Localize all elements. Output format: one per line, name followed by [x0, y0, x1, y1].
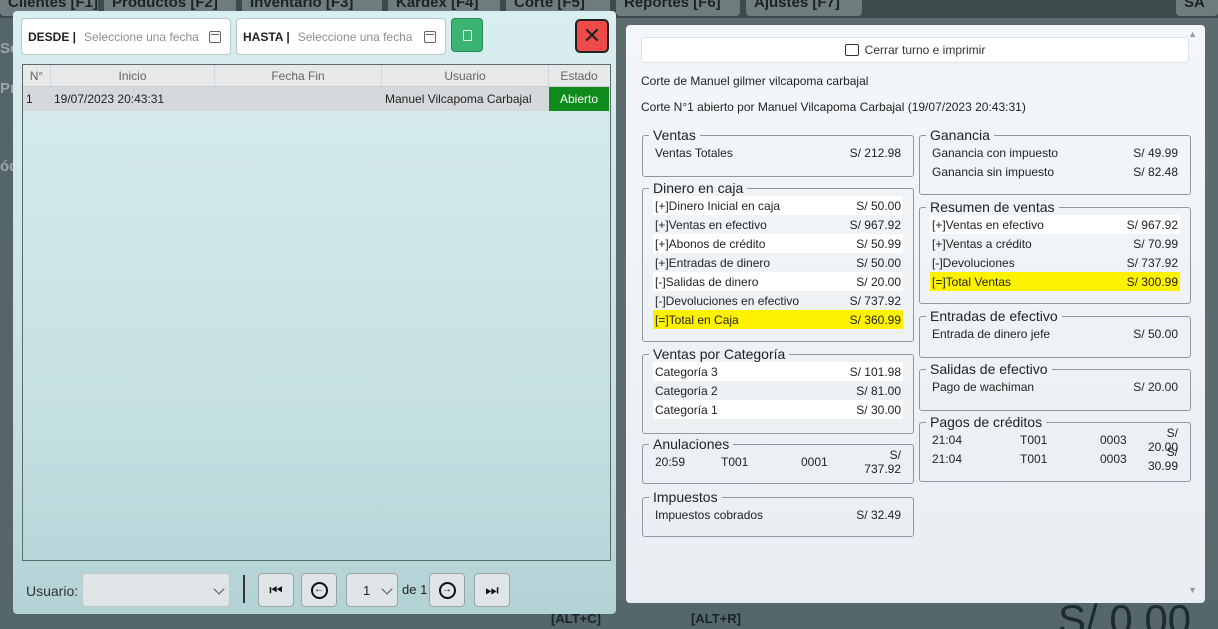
list-item: [+]Ventas a crédito S/ 70.99: [932, 236, 1178, 251]
close-shift-print-button[interactable]: Cerrar turno e imprimir: [641, 37, 1189, 63]
desde-date-field[interactable]: DESDE | Seleccione una fecha: [21, 18, 231, 55]
ventas-group: Ventas Ventas Totales S/ 212.98: [642, 127, 914, 177]
list-item: Entrada de dinero jefe S/ 50.00: [932, 326, 1178, 341]
group-title: Anulaciones: [653, 436, 730, 452]
list-item: 20:59 T001 0001 S/ 737.92: [655, 447, 901, 476]
calendar-icon[interactable]: [424, 30, 436, 43]
list-item: [+]Abonos de crédito S/ 50.99: [653, 234, 903, 253]
dinero-caja-group: Dinero en caja [+]Dinero Inicial en caja…: [642, 180, 914, 342]
column-header[interactable]: Usuario: [382, 65, 549, 86]
corte-title: Corte de Manuel gilmer vilcapoma carbaja…: [641, 74, 869, 88]
column-header[interactable]: N°: [23, 65, 51, 86]
scroll-up-icon[interactable]: ▲: [1188, 29, 1197, 39]
group-title: Pagos de créditos: [930, 414, 1043, 430]
entradas-efectivo-group: Entradas de efectivo Entrada de dinero j…: [919, 308, 1191, 358]
page-current: 1: [363, 583, 371, 598]
list-item: 21:04 T001 0003 S/ 20.00: [932, 425, 1178, 454]
shortcut-alt-r: [ALT+R]: [691, 611, 741, 626]
cell-usuario: Manuel Vilcapoma Carbajal: [385, 92, 532, 106]
group-title: Resumen de ventas: [930, 199, 1055, 215]
table-header: N° Inicio Fecha Fin Usuario Estado: [23, 65, 610, 87]
list-item: Categoría 3 S/ 101.98: [653, 362, 903, 381]
salidas-efectivo-group: Salidas de efectivo Pago de wachiman S/ 2…: [919, 361, 1191, 411]
table-row[interactable]: 1 19/07/2023 20:43:31 Manuel Vilcapoma C…: [23, 87, 610, 111]
list-item: 21:04 T001 0003 S/ 30.99: [932, 444, 1178, 473]
page-select[interactable]: 1: [346, 573, 398, 607]
chevron-down-icon: [381, 583, 393, 595]
group-title: Dinero en caja: [653, 180, 744, 196]
group-title: Impuestos: [653, 489, 718, 505]
impuestos-group: Impuestos Impuestos cobrados S/ 32.49: [642, 489, 914, 537]
anulaciones-group: Anulaciones 20:59 T001 0001 S/ 737.92: [642, 436, 914, 484]
close-icon: ✕: [582, 23, 602, 48]
tab-ajustes[interactable]: Ajustes [F7]: [746, 0, 862, 16]
export-excel-button[interactable]: [451, 18, 483, 52]
chevron-down-icon: [213, 583, 225, 595]
print-button-label: Cerrar turno e imprimir: [864, 43, 986, 57]
hasta-date-field[interactable]: HASTA | Seleccione una fecha: [236, 18, 446, 55]
list-item: Ganancia sin impuesto S/ 82.48: [932, 164, 1178, 179]
list-item: Impuestos cobrados S/ 32.49: [655, 507, 901, 522]
arrow-left-icon: ←: [310, 581, 328, 599]
list-item: [-]Devoluciones en efectivo S/ 737.92: [655, 293, 901, 308]
list-item: Categoría 1 S/ 30.00: [653, 400, 903, 419]
cell-inicio: 19/07/2023 20:43:31: [54, 92, 165, 106]
column-header[interactable]: Estado: [549, 65, 609, 86]
list-item: [+]Ventas en efectivo S/ 967.92: [655, 217, 901, 232]
excel-icon: [462, 29, 472, 41]
first-page-icon: ⏮: [269, 581, 283, 599]
scroll-down-icon[interactable]: ▼: [1188, 585, 1197, 595]
hasta-label: HASTA |: [243, 29, 290, 44]
pagos-creditos-group: Pagos de créditos 21:04 T001 0003 S/ 20.…: [919, 414, 1191, 482]
next-page-button[interactable]: →: [429, 573, 465, 607]
status-badge: Abierto: [549, 87, 609, 111]
printer-icon: [844, 44, 859, 56]
ventas-categoria-group: Ventas por Categoría Categoría 3 S/ 101.9…: [642, 346, 914, 434]
list-item: [+]Ventas en efectivo S/ 967.92: [930, 215, 1180, 234]
group-title: Ventas por Categoría: [653, 346, 786, 362]
last-page-icon: ⏭: [485, 581, 499, 599]
list-item: Ventas Totales S/ 212.98: [655, 145, 901, 160]
total-row: [=]Total en Caja S/ 360.99: [653, 310, 903, 329]
cell-fin: [215, 87, 382, 111]
list-item: Categoría 2 S/ 81.00: [655, 383, 901, 398]
list-item: Ganancia con impuesto S/ 49.99: [932, 145, 1178, 160]
usuario-select[interactable]: [82, 573, 230, 607]
cortes-list-dialog: DESDE | Seleccione una fecha HASTA | Sel…: [13, 11, 616, 614]
column-header[interactable]: Inicio: [51, 65, 215, 86]
group-title: Ventas: [653, 127, 696, 143]
calendar-icon[interactable]: [209, 30, 221, 43]
pagination-bar: Usuario: ⏮ ← 1 de 1 → ⏭: [13, 571, 616, 611]
list-item: Pago de wachiman S/ 20.00: [932, 379, 1178, 394]
ganancia-group: Ganancia Ganancia con impuesto S/ 49.99 G…: [919, 127, 1191, 195]
last-page-button[interactable]: ⏭: [474, 573, 510, 607]
column-header[interactable]: Fecha Fin: [215, 65, 382, 86]
group-title: Entradas de efectivo: [930, 308, 1058, 324]
list-item: [+]Dinero Inicial en caja S/ 50.00: [653, 196, 903, 215]
close-button[interactable]: ✕: [575, 19, 609, 53]
arrow-right-icon: →: [438, 581, 456, 599]
group-title: Salidas de efectivo: [930, 361, 1048, 377]
desde-label: DESDE |: [28, 29, 77, 44]
corte-detail-panel: ▲ ▼ Cerrar turno e imprimir Corte de Man…: [626, 25, 1205, 603]
total-row: [=]Total Ventas S/ 300.99: [930, 272, 1180, 291]
cortes-table: N° Inicio Fecha Fin Usuario Estado 1 19/…: [22, 64, 611, 561]
group-title: Ganancia: [930, 127, 990, 143]
list-item: [-]Salidas de dinero S/ 20.00: [653, 272, 903, 291]
tab-sa[interactable]: SA: [1176, 0, 1218, 16]
usuario-label: Usuario:: [26, 583, 79, 599]
hasta-placeholder: Seleccione una fecha: [297, 29, 413, 44]
first-page-button[interactable]: ⏮: [258, 573, 294, 607]
desde-placeholder: Seleccione una fecha: [84, 29, 199, 44]
tab-reportes[interactable]: Reportes [F6]: [616, 0, 740, 16]
corte-subtitle: Corte N°1 abierto por Manuel Vilcapoma C…: [641, 100, 1026, 114]
resumen-ventas-group: Resumen de ventas [+]Ventas en efectivo S…: [919, 199, 1191, 304]
prev-page-button[interactable]: ←: [301, 573, 337, 607]
list-item: [+]Entradas de dinero S/ 50.00: [655, 255, 901, 270]
list-item: [-]Devoluciones S/ 737.92: [932, 255, 1178, 270]
page-total-label: de 1: [402, 582, 428, 597]
divider: [243, 575, 245, 603]
cell-num: 1: [26, 92, 33, 106]
